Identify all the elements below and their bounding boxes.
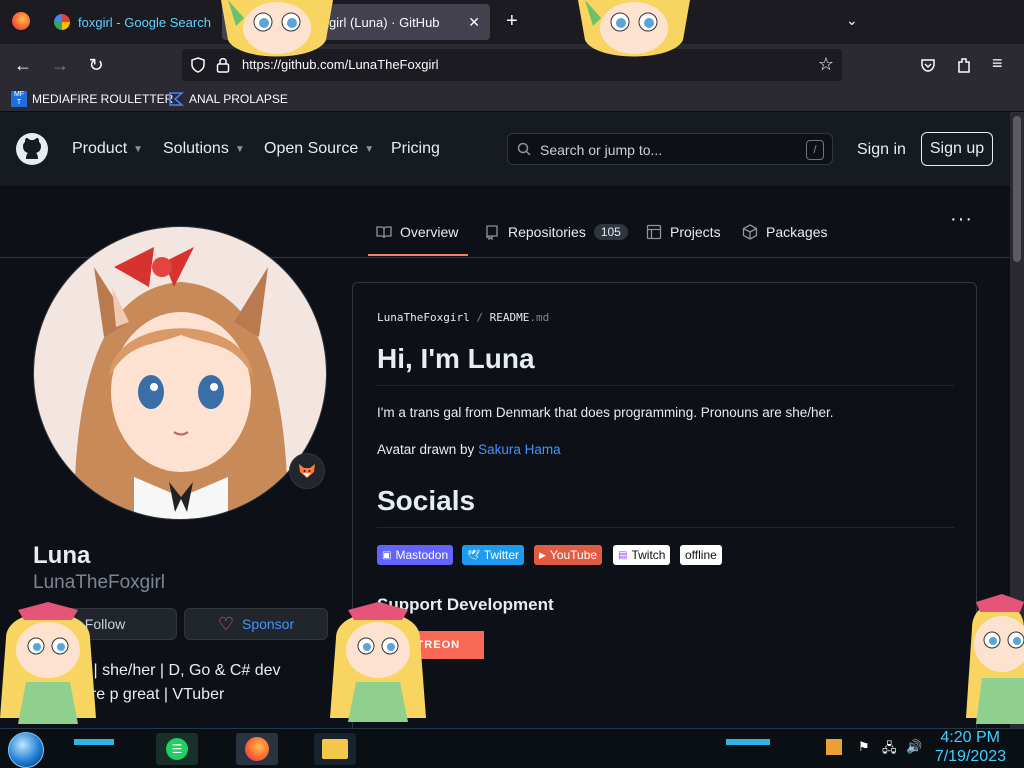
- bookmark-second[interactable]: ANAL PROLAPSE: [168, 90, 288, 108]
- start-button[interactable]: [8, 732, 44, 768]
- bookmarks-toolbar: MF T MEDIAFIRE ROULETTER ANAL PROLAPSE: [0, 86, 1024, 112]
- twitter-icon: 🕊: [467, 549, 480, 561]
- twitch-icon: ▤: [618, 549, 628, 561]
- search-shortcut-key: /: [806, 140, 824, 160]
- twitter-badge[interactable]: 🕊 Twitter: [462, 545, 525, 565]
- back-icon[interactable]: ←: [10, 52, 36, 78]
- package-icon: [742, 224, 758, 240]
- divider: [377, 527, 954, 528]
- tab-packages[interactable]: Packages: [742, 224, 827, 240]
- readme-path-user[interactable]: LunaTheFoxgirl: [377, 311, 470, 324]
- browser-tab-bar: foxgirl - Google Search LunaTheFoxgirl (…: [0, 0, 1024, 44]
- google-favicon-icon: [54, 14, 70, 30]
- heart-icon: ♡: [217, 613, 234, 634]
- tab-projects[interactable]: Projects: [646, 224, 721, 240]
- mediafire-icon: MF T: [11, 91, 27, 107]
- avatar[interactable]: [33, 226, 327, 520]
- notes-app-icon: ☰: [166, 738, 188, 760]
- chevron-down-icon: ▼: [234, 143, 245, 155]
- firefox-icon: [245, 737, 269, 761]
- search-placeholder: Search or jump to...: [540, 142, 663, 158]
- list-tabs-icon[interactable]: ⌄: [846, 12, 858, 29]
- taskbar-decoration: [726, 739, 770, 745]
- pocket-icon[interactable]: [920, 57, 936, 73]
- cartoon-girl-sticker: [966, 594, 1024, 724]
- twitch-badge[interactable]: ▤ Twitch: [613, 545, 671, 565]
- divider: [377, 385, 954, 386]
- taskbar: ☰ ⚑ 🖧 🔊 4:20 PM 7/19/2023: [0, 728, 1024, 768]
- youtube-badge[interactable]: ▶ YouTube: [534, 545, 603, 565]
- mastodon-icon: ▣: [382, 549, 392, 561]
- readme-avatar-credit: Avatar drawn by Sakura Hama: [377, 442, 561, 457]
- cartoon-girl-sticker: [221, 0, 333, 57]
- new-tab-button[interactable]: +: [506, 10, 518, 33]
- reload-icon[interactable]: ↻: [83, 52, 109, 78]
- hamburger-menu-icon[interactable]: ≡: [992, 53, 1003, 74]
- repositories-count: 105: [593, 224, 628, 240]
- action-center-icon[interactable]: ⚑: [858, 739, 874, 755]
- nav-pricing[interactable]: Pricing: [391, 140, 440, 158]
- tab-overview[interactable]: Overview: [376, 224, 458, 240]
- repo-icon: [484, 224, 500, 240]
- cartoon-girl-sticker: [330, 602, 426, 722]
- shield-icon[interactable]: [190, 57, 206, 73]
- clock-time[interactable]: 4:20 PM: [940, 729, 1000, 747]
- bookmark-star-icon[interactable]: ☆: [818, 54, 834, 75]
- profile-username: LunaTheFoxgirl: [33, 572, 166, 593]
- tab-google-search[interactable]: foxgirl - Google Search: [54, 4, 211, 40]
- readme-path-file[interactable]: README: [490, 311, 530, 324]
- extensions-icon[interactable]: [956, 56, 972, 74]
- socials-heading: Socials: [377, 485, 476, 516]
- readme-heading: Hi, I'm Luna: [377, 343, 535, 374]
- github-header: Product ▼ Solutions ▼ Open Source ▼ Pricing…: [0, 112, 1010, 186]
- network-icon[interactable]: 🖧: [882, 739, 898, 755]
- chevron-down-icon: ▼: [364, 143, 375, 155]
- sponsor-button[interactable]: ♡ Sponsor: [184, 608, 328, 640]
- profile-bio-line: are p great | VTuber: [82, 686, 225, 703]
- readme-path: LunaTheFoxgirl / README.md: [377, 311, 550, 324]
- firefox-menu-icon[interactable]: [12, 12, 30, 30]
- active-tab-indicator: [368, 254, 468, 256]
- nav-product[interactable]: Product ▼: [72, 140, 143, 158]
- tab-repositories[interactable]: Repositories 105: [484, 224, 628, 240]
- taskbar-app-notes[interactable]: ☰: [156, 733, 198, 765]
- forward-icon[interactable]: →: [47, 52, 73, 78]
- avatar-illustration: [34, 227, 326, 519]
- cartoon-girl-sticker: [578, 0, 690, 57]
- browser-nav-bar: ← → ↻ https://github.com/LunaTheFoxgirl …: [0, 44, 1024, 86]
- nav-solutions[interactable]: Solutions ▼: [163, 140, 245, 158]
- tab-title: foxgirl - Google Search: [78, 14, 211, 30]
- scrollbar-thumb[interactable]: [1013, 116, 1021, 262]
- more-options-icon[interactable]: ···: [950, 208, 973, 231]
- volume-icon[interactable]: 🔊: [906, 739, 922, 755]
- search-icon: [517, 142, 531, 156]
- close-tab-icon[interactable]: ✕: [468, 14, 480, 31]
- bookmark-mediafire[interactable]: MF T MEDIAFIRE ROULETTER: [11, 90, 173, 108]
- github-logo-icon[interactable]: [16, 133, 48, 165]
- taskbar-app-firefox[interactable]: [236, 733, 278, 765]
- cartoon-girl-sticker: [0, 602, 96, 724]
- taskbar-app-explorer[interactable]: [314, 733, 356, 765]
- sign-up-button[interactable]: Sign up: [921, 132, 993, 166]
- search-input[interactable]: Search or jump to... /: [507, 133, 833, 165]
- mastodon-badge[interactable]: ▣ Mastodon: [377, 545, 454, 565]
- artist-link[interactable]: Sakura Hama: [478, 442, 561, 457]
- chevron-down-icon: ▼: [133, 143, 144, 155]
- profile-display-name: Luna: [33, 542, 91, 569]
- sign-in-link[interactable]: Sign in: [857, 141, 906, 159]
- folder-icon: [322, 739, 348, 759]
- youtube-icon: ▶: [539, 549, 546, 560]
- book-icon: [376, 224, 392, 240]
- twitch-status-badge[interactable]: offline: [680, 545, 722, 565]
- clock-date[interactable]: 7/19/2023: [935, 748, 1006, 766]
- readme-intro: I'm a trans gal from Denmark that does p…: [377, 405, 834, 420]
- nav-open-source[interactable]: Open Source ▼: [264, 140, 374, 158]
- readme-card: LunaTheFoxgirl / README.md Hi, I'm Luna …: [352, 282, 977, 762]
- status-fox-icon[interactable]: [289, 453, 325, 489]
- taskbar-decoration: [74, 739, 114, 745]
- table-icon: [646, 224, 662, 240]
- notification-icon[interactable]: [826, 739, 842, 755]
- bookmark-icon: [169, 92, 184, 106]
